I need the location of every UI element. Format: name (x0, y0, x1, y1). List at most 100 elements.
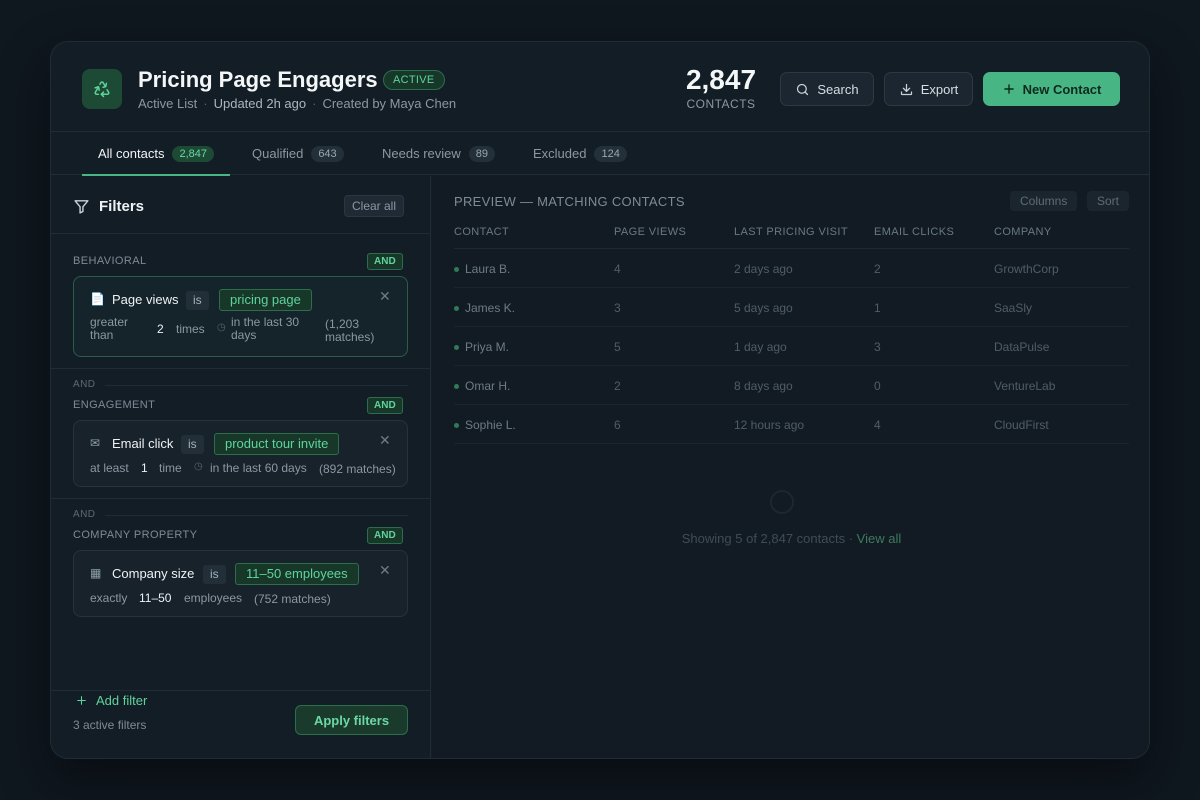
filter-operator[interactable]: is (186, 291, 209, 310)
filter-number[interactable]: 2 (157, 322, 164, 336)
filter-matches: (892 matches) (319, 462, 396, 476)
contact-name: Omar H. (465, 379, 511, 393)
table-row[interactable]: Sophie L. 6 12 hours ago 4 CloudFirst (454, 405, 1129, 444)
company-cell: CloudFirst (994, 418, 1049, 432)
filter-field: Page views (112, 292, 179, 307)
contact-name: Laura B. (465, 262, 511, 276)
company-cell: DataPulse (994, 340, 1050, 354)
page-views-cell: 6 (614, 418, 621, 432)
column-header-company[interactable]: COMPANY (994, 226, 1052, 238)
last-visit-cell: 8 days ago (734, 379, 793, 393)
column-header-page-views[interactable]: PAGE VIEWS (614, 226, 686, 238)
email-clicks-cell: 1 (874, 301, 881, 315)
search-icon (797, 83, 809, 95)
search-button-label: Search (817, 81, 859, 97)
email-clicks-cell: 3 (874, 340, 881, 354)
company-cell: SaaSly (994, 301, 1033, 315)
filter-group-label: COMPANY PROPERTY (73, 529, 198, 541)
tab-label: Needs review (382, 146, 461, 161)
filter-operator[interactable]: is (181, 435, 204, 454)
search-button[interactable]: Search (780, 72, 874, 106)
tab-label: Excluded (533, 146, 587, 161)
contact-name: James K. (465, 301, 516, 315)
list-header: Pricing Page Engagers ACTIVE Active List… (51, 42, 1149, 132)
filter-qualifier[interactable]: at least (90, 461, 129, 475)
status-dot (454, 422, 459, 428)
created-by: Created by Maya Chen (322, 96, 457, 111)
export-button[interactable]: Export (884, 72, 973, 106)
table-row[interactable]: Omar H. 2 8 days ago 0 VentureLab (454, 366, 1129, 405)
tab-count: 2,847 (172, 145, 215, 162)
clear-all-button[interactable]: Clear all (344, 195, 405, 217)
list-title: Pricing Page Engagers (138, 67, 378, 92)
email-clicks-cell: 2 (874, 262, 881, 276)
column-header-email-clicks[interactable]: EMAIL CLICKS (874, 226, 954, 238)
tab-qualified[interactable]: Qualified 643 (252, 132, 344, 175)
filter-unit: time (159, 461, 182, 475)
filter-number[interactable]: 1 (141, 461, 148, 475)
filters-header: Filters Clear all (51, 176, 431, 234)
close-icon[interactable]: ✕ (379, 288, 391, 305)
combinator-toggle[interactable]: AND (367, 253, 403, 270)
filter-icon (74, 200, 89, 214)
page-views-cell: 2 (614, 379, 621, 393)
filter-window[interactable]: in the last 60 days (210, 461, 307, 475)
filter-unit: employees (184, 591, 243, 605)
status-dot (454, 305, 459, 311)
company-cell: GrowthCorp (994, 262, 1059, 276)
filter-field: Company size (112, 566, 195, 581)
column-header-last-visit[interactable]: LAST PRICING VISIT (734, 226, 848, 238)
combinator-toggle[interactable]: AND (367, 527, 403, 544)
status-dot (454, 266, 459, 272)
list-editor-window: Pricing Page Engagers ACTIVE Active List… (50, 41, 1150, 759)
filter-field: Email click (112, 436, 174, 451)
sort-button[interactable]: Sort (1087, 191, 1130, 211)
page-views-cell: 4 (614, 262, 621, 276)
table-row[interactable]: Laura B. 4 2 days ago 2 GrowthCorp (454, 249, 1129, 288)
new-contact-button[interactable]: New Contact (983, 72, 1120, 106)
close-icon[interactable]: ✕ (379, 432, 391, 449)
filter-qualifier[interactable]: exactly (90, 591, 127, 605)
combinator-toggle[interactable]: AND (367, 397, 403, 414)
last-visit-cell: 12 hours ago (734, 418, 805, 432)
filter-card-page-views[interactable]: 📄 Page views is pricing page ✕ greater t… (73, 276, 408, 357)
close-icon[interactable]: ✕ (379, 562, 391, 579)
last-visit-cell: 2 days ago (734, 262, 793, 276)
status-dot (454, 344, 459, 350)
document-icon: 📄 (90, 292, 105, 306)
tab-excluded[interactable]: Excluded 124 (533, 132, 627, 175)
table-row[interactable]: James K. 3 5 days ago 1 SaaSly (454, 288, 1129, 327)
list-tabs: All contacts 2,847 Qualified 643 Needs r… (51, 132, 1149, 176)
tab-label: All contacts (98, 146, 165, 161)
download-icon (900, 83, 912, 95)
filter-matches: (752 matches) (254, 592, 331, 606)
view-all-link[interactable]: View all (857, 531, 902, 546)
filter-value[interactable]: product tour invite (214, 433, 340, 455)
tab-count: 89 (468, 145, 496, 162)
email-clicks-cell: 0 (874, 379, 881, 393)
columns-button[interactable]: Columns (1010, 191, 1078, 211)
loading-spinner (770, 490, 794, 514)
filter-card-email-click[interactable]: ✉ Email click is product tour invite ✕ a… (73, 420, 408, 487)
filter-group-label: ENGAGEMENT (73, 399, 156, 411)
filter-qualifier[interactable]: greater than (90, 316, 140, 342)
status-dot (454, 383, 459, 389)
filter-value[interactable]: pricing page (219, 289, 312, 311)
column-header-contact[interactable]: CONTACT (454, 226, 509, 238)
showing-summary: Showing 5 of 2,847 contacts · View all (432, 531, 1149, 546)
filter-window[interactable]: in the last 30 days (231, 316, 311, 342)
showing-text: Showing 5 of 2,847 contacts · (681, 531, 854, 546)
filter-operator[interactable]: is (203, 565, 226, 584)
filter-value[interactable]: 11–50 employees (235, 563, 359, 585)
list-type: Active List (138, 96, 198, 111)
filter-card-company-size[interactable]: ▦ Company size is 11–50 employees ✕ exac… (73, 550, 408, 617)
apply-filters-button[interactable]: Apply filters (295, 705, 408, 735)
tab-all-contacts[interactable]: All contacts 2,847 (81, 132, 231, 176)
table-row[interactable]: Priya M. 5 1 day ago 3 DataPulse (454, 327, 1129, 366)
company-cell: VentureLab (994, 379, 1056, 393)
tab-count: 124 (594, 145, 627, 162)
page-views-cell: 5 (614, 340, 621, 354)
preview-panel: PREVIEW — MATCHING CONTACTS Columns Sort… (432, 176, 1149, 758)
filter-number[interactable]: 11–50 (139, 591, 171, 605)
tab-needs-review[interactable]: Needs review 89 (382, 132, 496, 175)
